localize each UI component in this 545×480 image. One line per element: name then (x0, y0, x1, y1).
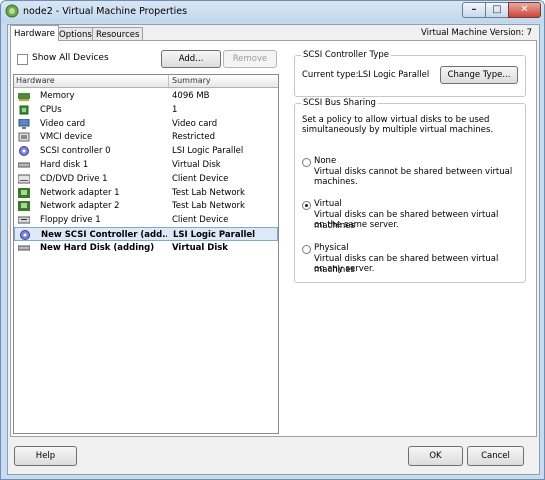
scsi-bus-sharing-title: SCSI Bus Sharing (301, 98, 378, 108)
cpu-icon (18, 105, 30, 115)
cancel-button[interactable]: Cancel (467, 446, 524, 466)
bus-sharing-virtual-radio[interactable] (302, 201, 311, 210)
hardware-name: New Hard Disk (adding) (40, 242, 155, 253)
scsi-controller-type-group: SCSI Controller Type Current type: LSI L… (294, 50, 526, 97)
hardware-summary: Video card (172, 118, 218, 129)
maximize-icon: □ (492, 4, 502, 15)
column-divider[interactable] (168, 75, 169, 87)
hardware-row-vmci-device[interactable]: VMCI device Restricted (14, 130, 278, 144)
close-button[interactable]: ✕ (508, 2, 541, 18)
hardware-row-video-card[interactable]: Video card Video card (14, 117, 278, 131)
hardware-summary: 1 (172, 104, 178, 115)
hardware-row-network-adapter-2[interactable]: Network adapter 2 Test Lab Network (14, 199, 278, 213)
bus-sharing-none-radio[interactable] (302, 158, 311, 167)
vsphere-app-icon (5, 4, 19, 18)
hardware-name: CPUs (40, 104, 62, 115)
column-header-hardware[interactable]: Hardware (16, 76, 55, 85)
show-all-devices-label[interactable]: Show All Devices (32, 53, 109, 63)
memory-icon (18, 91, 30, 101)
window-title: node2 - Virtual Machine Properties (23, 6, 188, 17)
show-all-devices-checkbox[interactable] (17, 54, 28, 65)
bus-sharing-none-desc-line1: Virtual disks cannot be shared between v… (314, 167, 513, 177)
title-bar[interactable]: node2 - Virtual Machine Properties – □ ✕ (1, 1, 544, 23)
network-adapter-icon (18, 201, 30, 212)
hardware-summary: Client Device (172, 173, 229, 184)
scsi-controller-type-title: SCSI Controller Type (301, 50, 391, 60)
hardware-name: Memory (40, 91, 75, 101)
current-type-label: Current type: (302, 70, 359, 80)
bus-sharing-description-line2: simultaneously by multiple virtual machi… (302, 125, 494, 135)
hardware-name: Video card (40, 118, 86, 129)
hard-disk-icon (17, 243, 31, 253)
hardware-row-cpus[interactable]: CPUs 1 (14, 103, 278, 117)
cd-dvd-drive-icon (17, 174, 31, 184)
hardware-summary: Test Lab Network (172, 187, 245, 198)
hardware-row-memory[interactable]: Memory 4096 MB (14, 89, 278, 103)
scsi-controller-icon (18, 146, 30, 157)
vm-version-label: Virtual Machine Version: 7 (421, 28, 532, 38)
hard-disk-icon (17, 160, 31, 170)
add-hardware-button[interactable]: Add... (161, 50, 221, 68)
hardware-summary: Test Lab Network (172, 201, 245, 212)
bus-sharing-physical-radio[interactable] (302, 245, 311, 254)
close-icon: ✕ (520, 4, 529, 15)
hardware-summary: LSI Logic Parallel (173, 230, 256, 240)
network-adapter-icon (18, 187, 30, 198)
ok-button[interactable]: OK (408, 446, 463, 466)
hardware-name: Floppy drive 1 (40, 215, 101, 226)
hardware-list-header: Hardware Summary (14, 75, 278, 88)
hardware-row-new-hard-disk[interactable]: New Hard Disk (adding) Virtual Disk (14, 241, 278, 255)
dialog-client-area: Hardware Options Resources Virtual Machi… (7, 24, 540, 475)
bus-sharing-none-label[interactable]: None (314, 156, 336, 167)
hardware-name: Network adapter 2 (40, 201, 120, 212)
video-card-icon (18, 118, 30, 129)
hardware-summary: Client Device (172, 215, 229, 226)
bus-sharing-virtual-desc-line2: on the same server. (314, 220, 399, 230)
current-type-value: LSI Logic Parallel (358, 70, 430, 80)
tab-hardware[interactable]: Hardware (10, 25, 60, 41)
hardware-row-hard-disk-1[interactable]: Hard disk 1 Virtual Disk (14, 158, 278, 172)
radio-selected-dot (305, 204, 308, 207)
vmci-device-icon (18, 132, 30, 142)
bus-sharing-none-desc-line2: machines. (314, 177, 358, 187)
bus-sharing-physical-desc-line2: on any server. (314, 264, 375, 274)
hardware-name: New SCSI Controller (add... (41, 230, 167, 240)
hardware-name: Hard disk 1 (40, 160, 89, 170)
properties-window: node2 - Virtual Machine Properties – □ ✕… (0, 0, 545, 480)
hardware-summary: Restricted (172, 132, 216, 143)
minimize-button[interactable]: – (462, 2, 486, 18)
hardware-name: VMCI device (40, 132, 93, 143)
scsi-controller-icon (19, 230, 31, 240)
change-type-button[interactable]: Change Type... (440, 66, 518, 84)
hardware-name: CD/DVD Drive 1 (40, 173, 108, 184)
hardware-summary: 4096 MB (172, 91, 210, 101)
hardware-summary: Virtual Disk (172, 160, 221, 170)
hardware-row-cd-dvd-drive-1[interactable]: CD/DVD Drive 1 Client Device (14, 172, 278, 186)
hardware-name: Network adapter 1 (40, 187, 120, 198)
hardware-row-floppy-drive-1[interactable]: Floppy drive 1 Client Device (14, 213, 278, 227)
help-button[interactable]: Help (14, 446, 77, 466)
hardware-row-new-scsi-controller[interactable]: New SCSI Controller (add... LSI Logic Pa… (14, 227, 278, 241)
bus-sharing-virtual-label[interactable]: Virtual (314, 199, 342, 210)
maximize-button[interactable]: □ (485, 2, 509, 18)
hardware-name: SCSI controller 0 (40, 146, 111, 157)
hardware-tab-panel: Show All Devices Add... Remove Hardware … (10, 40, 537, 437)
floppy-drive-icon (17, 215, 31, 225)
scsi-bus-sharing-group: SCSI Bus Sharing Set a policy to allow v… (294, 98, 526, 283)
column-header-summary[interactable]: Summary (172, 76, 211, 85)
hardware-row-network-adapter-1[interactable]: Network adapter 1 Test Lab Network (14, 186, 278, 200)
bus-sharing-physical-label[interactable]: Physical (314, 243, 349, 254)
tab-options[interactable]: Options (55, 27, 96, 41)
hardware-list[interactable]: Hardware Summary Memory 4096 MB CPUs 1 V… (13, 74, 279, 434)
hardware-summary: Virtual Disk (172, 242, 228, 253)
remove-hardware-button[interactable]: Remove (223, 50, 277, 68)
bus-sharing-description-line1: Set a policy to allow virtual disks to b… (302, 115, 490, 125)
tab-resources[interactable]: Resources (92, 27, 144, 41)
minimize-icon: – (471, 4, 477, 15)
hardware-summary: LSI Logic Parallel (172, 146, 244, 157)
hardware-row-scsi-controller-0[interactable]: SCSI controller 0 LSI Logic Parallel (14, 144, 278, 158)
